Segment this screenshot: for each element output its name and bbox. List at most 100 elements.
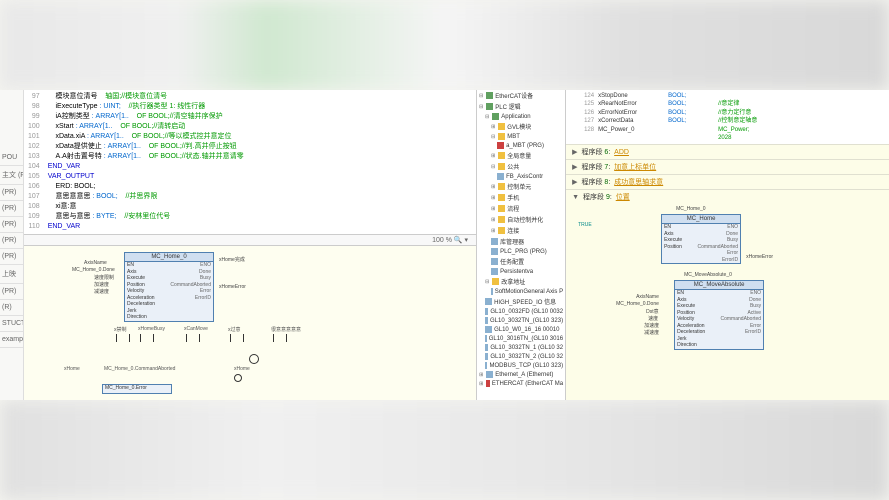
code-line[interactable]: ERD: BOOL; <box>48 182 472 192</box>
tree-item[interactable]: GL10_W0_16_16 00010 <box>477 325 565 334</box>
tree-expander-icon[interactable]: ⊞ <box>491 228 495 234</box>
code-line[interactable]: END_VAR <box>48 162 472 172</box>
zoom-indicator[interactable]: 100 % 🔍 ▾ <box>24 235 476 246</box>
tree-item[interactable]: GL10_3032TN_2 (GL10 32 <box>477 352 565 361</box>
code-line[interactable]: iA控制类型 : ARRAY[1.. OF BOOL;//清空轴并序保护 <box>48 112 472 122</box>
tree-item[interactable]: GL10_3032TN_(GL10 323) <box>477 316 565 325</box>
coil[interactable] <box>234 374 242 382</box>
tree-expander-icon[interactable]: ⊟ <box>491 134 495 140</box>
tree-expander-icon[interactable]: ⊞ <box>491 124 495 130</box>
tree-item[interactable]: ⊟MBT <box>477 132 565 141</box>
tree-item[interactable]: ⊞ 自动控制并化 <box>477 214 565 225</box>
var-row[interactable]: 125xRearNotErrorBOOL;//意定律 <box>568 100 887 108</box>
network-step-header[interactable]: ▼程序段 9: 位置 <box>566 189 889 204</box>
code-line[interactable]: xData提供使止 : ARRAY[1.. OF BOOL;//判.高并停止按钮 <box>48 142 472 152</box>
var-row[interactable]: 124xStopDoneBOOL; <box>568 92 887 100</box>
tab-item[interactable]: example FUN <box>0 332 23 348</box>
tree-item[interactable]: SoftMotionGeneral Axis P <box>477 287 565 296</box>
fb-mc-home[interactable]: MC_Home_0 ENENO AxisDone ExecuteBusy Pos… <box>124 252 214 322</box>
code-line[interactable]: xi意:意 <box>48 202 472 212</box>
tree-item[interactable]: a_MBT (PRG) <box>477 141 565 150</box>
var-row[interactable]: 128MC_Power_0MC_Power; <box>568 126 887 134</box>
code-line[interactable]: A.A射击置号特 : ARRAY[1.. OF BOOL;//状态.轴并并意请零 <box>48 152 472 162</box>
tree-item[interactable]: ⊟公共 <box>477 161 565 172</box>
tab-item[interactable]: (PR) <box>0 201 23 217</box>
tree-expander-icon[interactable]: ⊟ <box>479 104 483 110</box>
var-row[interactable]: 2028 <box>568 134 887 142</box>
tree-item[interactable]: ⊞全局意量 <box>477 150 565 161</box>
fb-mc-home-right[interactable]: MC_Home ENENO AxisDone ExecuteBusy Posit… <box>661 214 741 264</box>
code-line[interactable]: 意思意意思 : BOOL; //并思界限 <box>48 192 472 202</box>
tree-expander-icon[interactable]: ⊟ <box>485 114 489 120</box>
tree-expander-icon[interactable]: ⊞ <box>491 153 495 159</box>
tree-expander-icon[interactable]: ⊞ <box>479 381 483 387</box>
tree-item[interactable]: ⊟Application <box>477 112 565 121</box>
var-row[interactable]: 126xErrorNotErrorBOOL;//意力定行意 <box>568 109 887 117</box>
right-var-declarations[interactable]: 124xStopDoneBOOL;125xRearNotErrorBOOL;//… <box>566 90 889 144</box>
tab-item[interactable]: 主文 (FR) <box>0 166 23 185</box>
tab-item[interactable]: (PR) <box>0 217 23 233</box>
tree-item[interactable]: GL10_3016TN_(GL10 3016 <box>477 334 565 343</box>
network-step-header[interactable]: ▶程序段 7: 加意上标单位 <box>566 159 889 174</box>
tree-item[interactable]: ⊞手机 <box>477 192 565 203</box>
tree-expander-icon[interactable]: ⊞ <box>491 217 495 223</box>
tab-item[interactable]: (PR) <box>0 249 23 265</box>
tab-item[interactable]: (PR) <box>0 185 23 201</box>
tab-item[interactable]: (PR) <box>0 284 23 300</box>
fb-mc-moveabsolute[interactable]: MC_MoveAbsolute ENENO AxisDone ExecuteBu… <box>674 280 764 350</box>
code-line[interactable]: END_VAR <box>48 222 472 232</box>
tree-item[interactable]: Persistentva <box>477 267 565 276</box>
tree-item[interactable]: MODBUS_TCP (GL10 323) <box>477 361 565 370</box>
tree-label: 自动控制并化 <box>507 215 543 224</box>
tree-expander-icon[interactable]: ⊟ <box>491 164 495 170</box>
contact[interactable] <box>140 334 154 342</box>
tree-item[interactable]: HIGH_SPEED_IO 信息 <box>477 296 565 307</box>
tree-item[interactable]: ⊞GVL模块 <box>477 121 565 132</box>
tree-item[interactable]: ⊟PLC 逻辑 <box>477 101 565 112</box>
tree-item[interactable]: ⊞流程 <box>477 203 565 214</box>
network-step-header[interactable]: ▶程序段 6: ADD <box>566 144 889 159</box>
code-declaration-area[interactable]: 979899100101102103104105106107108109110 … <box>24 90 476 235</box>
tree-item[interactable]: ⊞控制单元 <box>477 181 565 192</box>
project-tree[interactable]: ⊟EtherCAT设备⊟PLC 逻辑⊟Application⊞GVL模块⊟MBT… <box>476 90 566 400</box>
tab-item[interactable]: POU <box>0 150 23 166</box>
code-line[interactable]: xStart : ARRAY[1.. OF BOOL;//清转启动 <box>48 122 472 132</box>
contact[interactable] <box>273 334 287 342</box>
ladder-diagram-area[interactable]: MC_Home_0 ENENO AxisDone ExecuteBusy Pos… <box>24 246 476 400</box>
contact[interactable] <box>186 334 200 342</box>
tree-item[interactable]: ⊞ETHERCAT (EtherCAT Ma <box>477 379 565 388</box>
code-line[interactable]: 意思与意思 : BYTE; //安林里位代号 <box>48 212 472 222</box>
code-line[interactable]: iExecuteType : UINT; //执行器类型 1: 线性行器 <box>48 102 472 112</box>
right-ladder-diagram[interactable]: MC_Home_0 MC_Home ENENO AxisDone Execute… <box>566 204 889 400</box>
tree-expander-icon[interactable]: ⊟ <box>479 93 483 99</box>
tree-expander-icon[interactable]: ⊞ <box>491 195 495 201</box>
tree-item[interactable]: GL10_0032FD (GL10 0032 <box>477 307 565 316</box>
pin-vel: 加速度 <box>94 281 109 288</box>
tree-item[interactable]: PLC_PRG (PRG) <box>477 247 565 256</box>
code-line[interactable]: VAR_OUTPUT <box>48 172 472 182</box>
code-line[interactable]: xData.xiA : ARRAY[1.. OF BOOL;//等以模式控并意定… <box>48 132 472 142</box>
tree-item[interactable]: ⊟EtherCAT设备 <box>477 90 565 101</box>
tab-item[interactable]: (PR) <box>0 233 23 249</box>
coil[interactable] <box>249 354 259 364</box>
tree-item[interactable]: GL10_3032TN_1 (GL10 32 <box>477 343 565 352</box>
code-line[interactable]: 模块意位清号 轴国;//模块意位清号 <box>48 92 472 102</box>
tree-expander-icon[interactable]: ⊟ <box>485 279 489 285</box>
contact[interactable] <box>116 334 130 342</box>
tree-item[interactable]: 任务配置 <box>477 256 565 267</box>
contact[interactable] <box>230 334 244 342</box>
network-step-header[interactable]: ▶程序段 8: 成功意思轴求意 <box>566 174 889 189</box>
tab-item[interactable]: (R) <box>0 300 23 316</box>
var-row[interactable]: 127xCorrectDataBOOL;//控制意定轴意 <box>568 117 887 125</box>
tree-item[interactable]: ⊞连接 <box>477 225 565 236</box>
tab-item[interactable]: STUCT) <box>0 316 23 332</box>
tree-expander-icon[interactable]: ⊞ <box>491 206 495 212</box>
contact-box[interactable]: MC_Home_0.Error <box>102 384 172 394</box>
tree-expander-icon[interactable]: ⊞ <box>479 372 483 378</box>
tree-item[interactable]: ⊞Ethernet_A (Ethernet) <box>477 370 565 379</box>
tree-item[interactable]: ⊟改拿地址 <box>477 276 565 287</box>
tree-item[interactable]: FB_AxisContr <box>477 172 565 181</box>
tree-item[interactable]: 库管理器 <box>477 236 565 247</box>
tab-item[interactable]: 上映 <box>0 265 23 284</box>
tree-expander-icon[interactable]: ⊞ <box>491 184 495 190</box>
